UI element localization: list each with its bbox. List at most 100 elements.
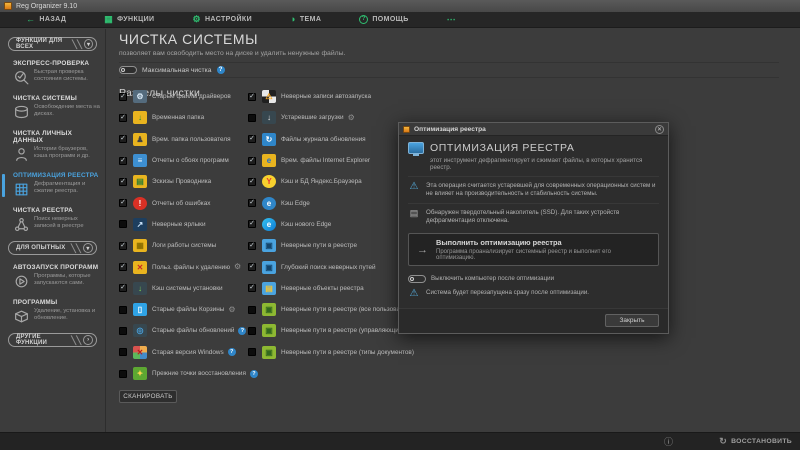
cleanup-label: Врем. папка пользователя bbox=[152, 136, 231, 143]
help-icon[interactable]: ? bbox=[228, 348, 236, 356]
menu-label: ТЕМА bbox=[300, 16, 321, 23]
cleanup-checkbox[interactable] bbox=[248, 135, 256, 143]
run-optimization-button[interactable]: → Выполнить оптимизацию реестра Программ… bbox=[408, 233, 659, 266]
cleanup-checkbox[interactable] bbox=[119, 306, 127, 314]
sidebar-item-programs[interactable]: ПРОГРАММЫУдаление, установка и обновлени… bbox=[0, 295, 105, 330]
cleanup-label: Неверные пути в реестре (типы документов… bbox=[281, 349, 414, 356]
cleanup-checkbox[interactable] bbox=[119, 263, 127, 271]
sidebar-item-system-clean[interactable]: ЧИСТКА СИСТЕМЫОсвобождение места на диск… bbox=[0, 91, 105, 126]
folder-delete-icon: ✕ bbox=[133, 261, 147, 274]
cleanup-checkbox[interactable] bbox=[119, 93, 127, 101]
menu-help[interactable]: ?ПОМОЩЬ bbox=[359, 15, 408, 24]
cube-blue-icon: ▣ bbox=[262, 261, 276, 274]
cleanup-label: Файлы журнала обновления bbox=[281, 136, 366, 143]
update-files-icon: ◎ bbox=[133, 324, 147, 337]
system-clean-icon bbox=[13, 104, 30, 121]
cleanup-checkbox[interactable] bbox=[248, 348, 256, 356]
page-subtitle: позволяет вам освободить место на диске … bbox=[119, 50, 779, 63]
cleanup-label: Кэш нового Edge bbox=[281, 221, 331, 228]
cleanup-item: ≡Отчеты о сбоях программ bbox=[119, 150, 248, 171]
cleanup-checkbox[interactable] bbox=[248, 242, 256, 250]
cleanup-checkbox[interactable] bbox=[248, 157, 256, 165]
cleanup-checkbox[interactable] bbox=[119, 327, 127, 335]
menu-more[interactable]: ⋯ bbox=[447, 15, 456, 24]
sidebar-item-title: ОПТИМИЗАЦИЯ РЕЕСТРА bbox=[13, 172, 101, 179]
menu-label: НАЗАД bbox=[39, 16, 66, 23]
gear-icon[interactable]: ⚙ bbox=[228, 306, 235, 314]
gear-icon[interactable]: ⚙ bbox=[348, 114, 355, 122]
help-icon[interactable]: ? bbox=[238, 327, 246, 335]
scan-button[interactable]: СКАНИРОВАТЬ bbox=[119, 390, 177, 403]
cleanup-checkbox[interactable] bbox=[119, 178, 127, 186]
cleanup-checkbox[interactable] bbox=[119, 348, 127, 356]
edge-old-icon: e bbox=[262, 197, 276, 210]
cleanup-label: Старые файлы Корзины bbox=[152, 306, 224, 313]
menu-label: ПОМОЩЬ bbox=[372, 16, 408, 23]
warning-icon: ⚠ bbox=[408, 182, 420, 192]
cleanup-checkbox[interactable] bbox=[119, 157, 127, 165]
cleanup-checkbox[interactable] bbox=[119, 284, 127, 292]
close-icon[interactable]: ✕ bbox=[655, 125, 664, 134]
group-other-functions[interactable]: ДРУГИЕ ФУНКЦИИ╲╲› bbox=[8, 333, 97, 347]
cleanup-checkbox[interactable] bbox=[119, 370, 127, 378]
restore-button[interactable]: ↻ ВОССТАНОВИТЬ bbox=[719, 436, 792, 447]
system-logs-icon: ▦ bbox=[133, 239, 147, 252]
close-dialog-button[interactable]: Закрыть bbox=[605, 314, 659, 327]
cleanup-checkbox[interactable] bbox=[248, 220, 256, 228]
cleanup-checkbox[interactable] bbox=[248, 327, 256, 335]
sidebar-item-autorun[interactable]: АВТОЗАПУСК ПРОГРАММПрограммы, которые за… bbox=[0, 260, 105, 295]
gear-icon[interactable]: ⚙ bbox=[234, 263, 241, 271]
info-icon[interactable]: ⓘ bbox=[664, 435, 673, 448]
back-arrow-icon: ← bbox=[26, 15, 35, 24]
menu-functions[interactable]: ▦ФУНКЦИИ bbox=[104, 15, 154, 24]
cleanup-checkbox[interactable] bbox=[119, 135, 127, 143]
cleanup-item: ↗Неверные ярлыки bbox=[119, 214, 248, 235]
cleanup-label: Неверные ярлыки bbox=[152, 221, 206, 228]
cleanup-checkbox[interactable] bbox=[119, 242, 127, 250]
ssd-note: ▤ Обнаружен твердотельный накопитель (SS… bbox=[408, 203, 659, 230]
cleanup-label: Логи работы системы bbox=[152, 242, 216, 249]
cleanup-label: Прежние точки восстановления bbox=[152, 370, 246, 377]
cleanup-checkbox[interactable] bbox=[248, 199, 256, 207]
shutdown-toggle[interactable] bbox=[408, 275, 426, 283]
restore-label: ВОССТАНОВИТЬ bbox=[731, 438, 792, 445]
folder-temp-icon: ↓ bbox=[133, 111, 147, 124]
sidebar-item-registry-clean[interactable]: ЧИСТКА РЕЕСТРАПоиск неверных записей в р… bbox=[0, 203, 105, 238]
help-icon[interactable]: ? bbox=[217, 66, 225, 74]
decoration: ╲╲ bbox=[71, 244, 81, 253]
cleanup-checkbox[interactable] bbox=[248, 178, 256, 186]
cleanup-checkbox[interactable] bbox=[119, 114, 127, 122]
restore-points-icon: ✦ bbox=[133, 367, 147, 380]
registry-optimization-dialog: Оптимизация реестра ✕ ОПТИМИЗАЦИЯ РЕЕСТР… bbox=[398, 122, 669, 334]
menu-settings[interactable]: ⚙НАСТРОЙКИ bbox=[193, 15, 253, 24]
cleanup-label: Врем. файлы Internet Explorer bbox=[281, 157, 370, 164]
app-logo-icon bbox=[4, 2, 12, 10]
sidebar-item-express-check[interactable]: ЭКСПРЕСС-ПРОВЕРКАБыстрая проверка состоя… bbox=[0, 56, 105, 91]
cleanup-item: ▣Неверные пути в реестре (типы документо… bbox=[248, 342, 438, 363]
cleanup-label: Глубокий поиск неверных путей bbox=[281, 264, 376, 271]
cleanup-item: ▦ Логи работы системы bbox=[119, 235, 248, 256]
max-clean-toggle[interactable] bbox=[119, 66, 137, 74]
cleanup-checkbox[interactable] bbox=[248, 114, 256, 122]
ssd-icon: ▤ bbox=[408, 209, 420, 218]
cleanup-checkbox[interactable] bbox=[248, 263, 256, 271]
personal-data-icon bbox=[13, 146, 30, 163]
cleanup-checkbox[interactable] bbox=[248, 93, 256, 101]
sidebar-item-title: ЧИСТКА ЛИЧНЫХ ДАННЫХ bbox=[13, 130, 101, 144]
cleanup-checkbox[interactable] bbox=[248, 306, 256, 314]
sidebar-item-registry-optimize[interactable]: ОПТИМИЗАЦИЯ РЕЕСТРАДефрагментация и сжат… bbox=[0, 168, 105, 203]
cleanup-checkbox[interactable] bbox=[248, 284, 256, 292]
sidebar-item-desc: Освобождение места на дисках. bbox=[34, 104, 100, 121]
cleanup-checkbox[interactable] bbox=[119, 199, 127, 207]
cleanup-label: Отчеты о сбоях программ bbox=[152, 157, 229, 164]
sidebar-item-personal-data[interactable]: ЧИСТКА ЛИЧНЫХ ДАННЫХИстории браузеров, к… bbox=[0, 126, 105, 168]
group-advanced[interactable]: ДЛЯ ОПЫТНЫХ╲╲▾ bbox=[8, 241, 97, 255]
menu-back-arrow[interactable]: ← НАЗАД bbox=[26, 15, 66, 24]
group-label: ДРУГИЕ ФУНКЦИИ bbox=[16, 334, 71, 346]
cleanup-checkbox[interactable] bbox=[119, 220, 127, 228]
cleanup-item: ♟Врем. папка пользователя bbox=[119, 129, 248, 150]
cleanup-label: Старые файлы драйверов bbox=[152, 93, 231, 100]
menu-theme[interactable]: ◑ТЕМА bbox=[290, 15, 321, 24]
group-all-functions[interactable]: ФУНКЦИИ ДЛЯ ВСЕХ╲╲▾ bbox=[8, 37, 97, 51]
toggle-knob bbox=[410, 277, 414, 281]
